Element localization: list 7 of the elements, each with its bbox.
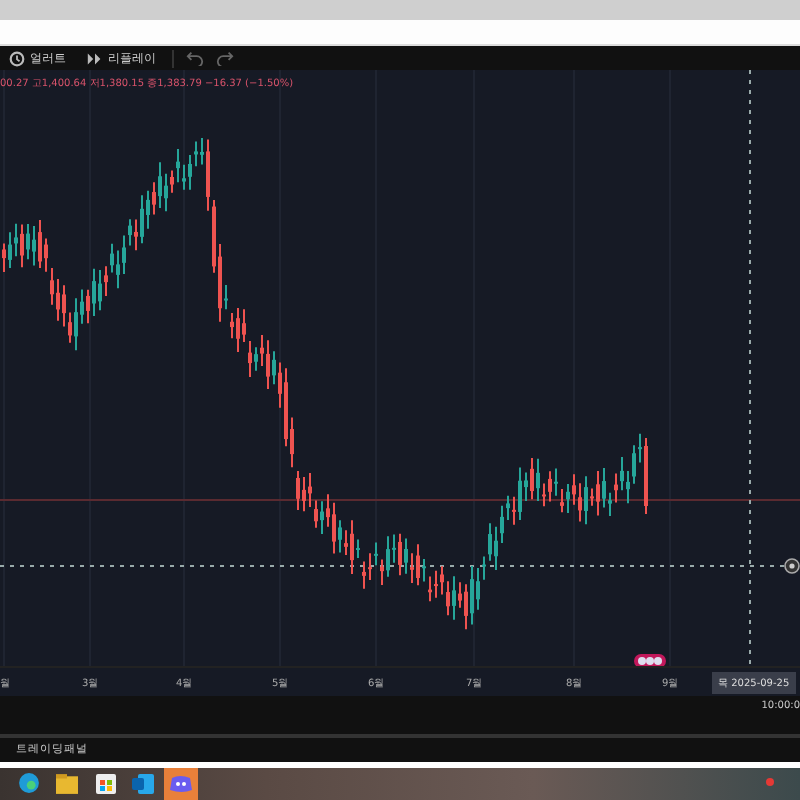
fast-forward-icon	[86, 49, 104, 68]
undo-icon[interactable]	[186, 50, 204, 67]
chat-icon	[170, 774, 192, 793]
scroll-to-latest-icon[interactable]	[784, 558, 800, 575]
clock-icon	[8, 49, 26, 68]
redo-icon[interactable]	[216, 50, 234, 67]
notification-dot-icon	[766, 777, 774, 786]
